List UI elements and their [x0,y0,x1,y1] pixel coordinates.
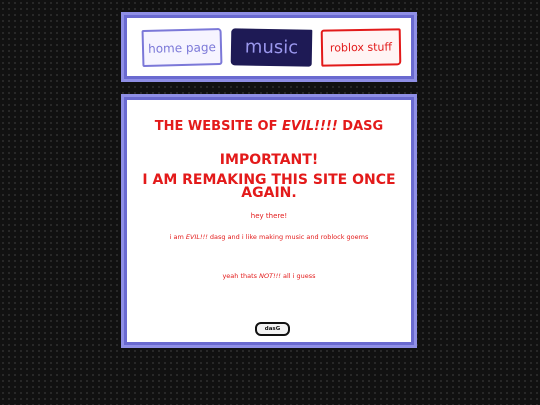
title-suffix: DASG [337,119,384,134]
home-page-button[interactable]: home page [141,27,223,68]
intro-suffix: dasg and i like making music and roblock… [207,233,369,241]
intro-text: i am EVIL!!! dasg and i like making musi… [124,233,414,241]
greeting-text: hey there! [250,212,288,220]
title-evil: EVIL!!!! [282,119,338,134]
closing-not: NOT!!! [259,272,281,280]
roblox-stuff-button[interactable]: roblox stuff [320,28,402,67]
navigation-panel: home page music roblox stuff [121,12,417,82]
closing-suffix: all i guess [280,272,316,280]
music-button[interactable]: music [230,28,313,67]
intro-evil: EVIL!!! [185,233,208,241]
content-panel: THE WEBSITE OF EVIL!!!! DASG IMPORTANT! … [121,94,417,348]
intro-prefix: i am [169,233,186,241]
site-title: THE WEBSITE OF EVIL!!!! DASG [124,119,414,134]
closing-text: yeah thats NOT!!! all i guess [124,272,414,280]
important-heading: IMPORTANT! [219,152,319,168]
title-prefix: THE WEBSITE OF [154,119,282,134]
closing-prefix: yeah thats [222,272,260,280]
signature-badge: dasG [255,322,290,336]
remaking-notice: I AM REMAKING THIS SITE ONCE AGAIN. [142,172,396,201]
